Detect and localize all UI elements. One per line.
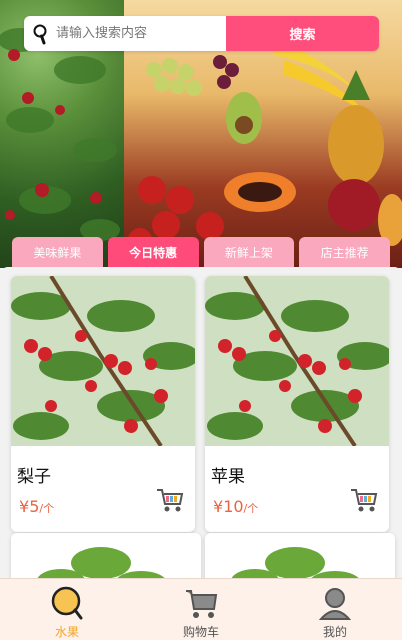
nav-label: 我的 (322, 625, 347, 639)
search-button[interactable]: 搜索 (226, 16, 379, 51)
search-bar: 搜索 (24, 16, 379, 51)
product-grid: 梨子 ¥5/个 苹果 ¥10/个 (0, 267, 402, 578)
add-to-cart-button[interactable] (349, 486, 379, 514)
search-field (24, 16, 226, 51)
tab-delicious-fruit[interactable]: 美味鲜果 (12, 237, 103, 267)
price-value: 5 (29, 497, 40, 516)
add-to-cart-button[interactable] (155, 486, 185, 514)
product-card[interactable]: 苹果 ¥10/个 (205, 276, 389, 532)
tab-owner-picks[interactable]: 店主推荐 (299, 237, 390, 267)
product-image (205, 276, 389, 446)
price-value: 10 (223, 497, 244, 516)
hawthorn-branch-illustration (205, 276, 389, 446)
add-to-cart-icon (157, 489, 184, 512)
hawthorn-branch-illustration (11, 276, 195, 446)
add-to-cart-icon (351, 489, 378, 512)
cart-icon (186, 590, 218, 618)
tab-today-special[interactable]: 今日特惠 (107, 237, 199, 267)
search-input[interactable] (56, 16, 226, 51)
fruit-icon (51, 586, 83, 620)
product-card[interactable]: 梨子 ¥5/个 (11, 276, 195, 532)
nav-label: 购物车 (182, 625, 219, 639)
product-name: 苹果 (211, 467, 245, 487)
price-unit: /个 (39, 502, 55, 515)
nav-item-fruit[interactable]: 水果 (0, 579, 134, 640)
nav-label: 水果 (54, 625, 79, 639)
product-image (11, 276, 195, 446)
price-currency: ¥ (19, 497, 30, 516)
product-price: ¥5/个 (19, 497, 54, 516)
product-card-partial[interactable] (205, 533, 395, 578)
product-image (11, 533, 201, 578)
search-icon (33, 24, 47, 44)
user-icon (318, 588, 352, 620)
product-name: 梨子 (17, 467, 51, 487)
price-unit: /个 (243, 502, 259, 515)
product-image (205, 533, 395, 578)
category-tabs: 美味鲜果 今日特惠 新鲜上架 店主推荐 (12, 237, 390, 267)
price-currency: ¥ (213, 497, 224, 516)
product-price: ¥10/个 (213, 497, 258, 516)
product-card-partial[interactable] (11, 533, 201, 578)
nav-item-cart[interactable]: 购物车 (134, 579, 268, 640)
bottom-nav: 水果 购物车 我的 (0, 578, 402, 640)
nav-item-profile[interactable]: 我的 (268, 579, 402, 640)
tab-new-arrivals[interactable]: 新鲜上架 (203, 237, 295, 267)
